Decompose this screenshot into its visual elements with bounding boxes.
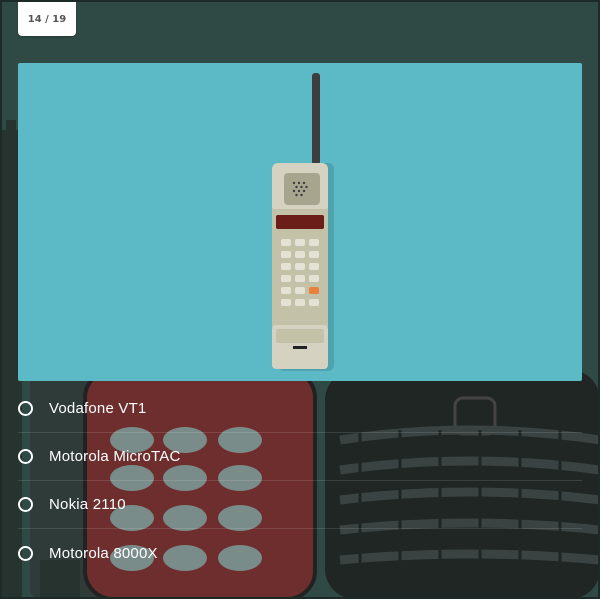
question-counter: 14 / 19 [18, 2, 76, 36]
answer-option[interactable]: Motorola 8000X [18, 529, 582, 577]
answer-option-label: Motorola 8000X [49, 544, 158, 562]
radio-button[interactable] [18, 401, 33, 416]
answer-option-label: Nokia 2110 [49, 496, 126, 513]
answer-option[interactable]: Motorola MicroTAC [18, 433, 582, 481]
answer-option[interactable]: Nokia 2110 [18, 481, 582, 529]
radio-button[interactable] [18, 497, 33, 512]
radio-button[interactable] [18, 449, 33, 464]
question-counter-label: 14 / 19 [27, 13, 67, 25]
answer-option-label: Motorola MicroTAC [49, 448, 181, 465]
answer-option-label: Vodafone VT1 [49, 400, 147, 417]
brick-cellphone-illustration [272, 73, 334, 371]
radio-button[interactable] [18, 545, 33, 561]
answer-option[interactable]: Vodafone VT1 [18, 385, 582, 433]
question-image [18, 63, 582, 381]
answer-options: Vodafone VT1 Motorola MicroTAC Nokia 211… [18, 385, 582, 577]
